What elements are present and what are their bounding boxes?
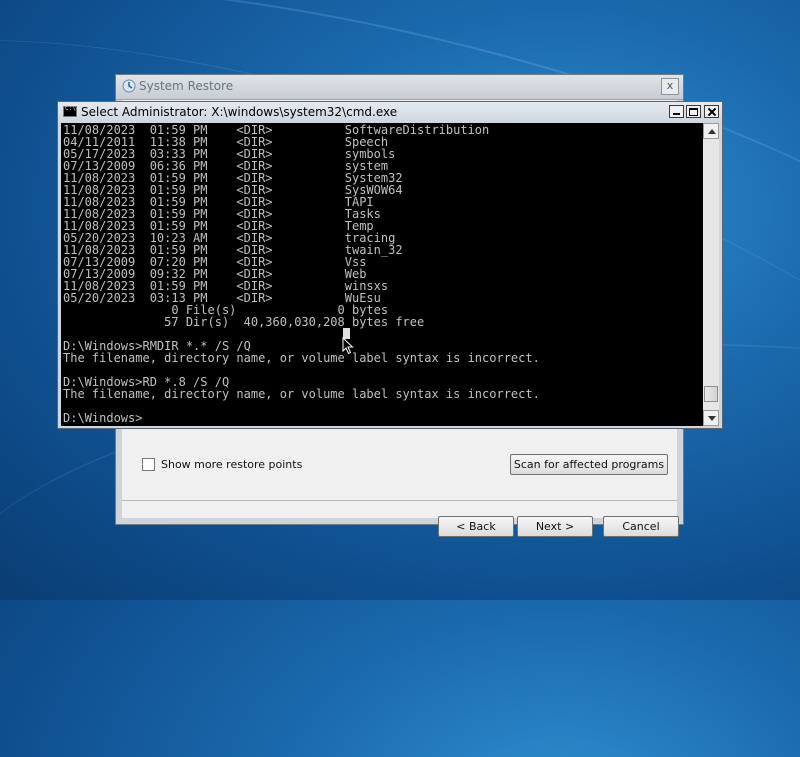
cmd-titlebar[interactable]: Select Administrator: X:\windows\system3…: [58, 102, 722, 122]
console-line: The filename, directory name, or volume …: [63, 387, 540, 401]
cmd-title: Select Administrator: X:\windows\system3…: [81, 105, 398, 119]
cmd-icon: [63, 105, 77, 117]
console-line: D:\Windows>: [63, 411, 143, 425]
scan-affected-programs-button[interactable]: Scan for affected programs: [510, 454, 668, 475]
back-button[interactable]: < Back: [438, 516, 514, 537]
mouse-pointer-icon: [342, 337, 354, 355]
scroll-up-arrow-icon[interactable]: [703, 123, 719, 139]
cmd-window: Select Administrator: X:\windows\system3…: [57, 101, 723, 429]
console-line: 57 Dir(s) 40,360,030,208 bytes free: [63, 315, 425, 329]
system-restore-icon: [122, 79, 136, 93]
close-button[interactable]: [704, 105, 719, 118]
vertical-scrollbar[interactable]: [703, 123, 719, 426]
console-output[interactable]: 11/08/2023 01:59 PM <DIR> SoftwareDistri…: [61, 123, 704, 426]
cancel-button[interactable]: Cancel: [603, 516, 679, 537]
minimize-button[interactable]: [669, 105, 684, 118]
scrollbar-thumb[interactable]: [704, 386, 718, 403]
console-text: 11/08/2023 01:59 PM <DIR> SoftwareDistri…: [63, 124, 540, 424]
show-more-restore-points-checkbox[interactable]: [142, 458, 155, 471]
system-restore-title: System Restore: [139, 79, 234, 93]
divider: [122, 500, 677, 501]
close-button[interactable]: x: [661, 78, 679, 95]
console-line: The filename, directory name, or volume …: [63, 351, 540, 365]
next-button[interactable]: Next >: [517, 516, 593, 537]
maximize-button[interactable]: [686, 105, 701, 118]
system-restore-titlebar[interactable]: System Restore x: [116, 75, 683, 100]
show-more-restore-points-label: Show more restore points: [161, 458, 303, 471]
scroll-down-arrow-icon[interactable]: [703, 410, 719, 426]
show-more-restore-points-option[interactable]: Show more restore points: [142, 458, 302, 471]
